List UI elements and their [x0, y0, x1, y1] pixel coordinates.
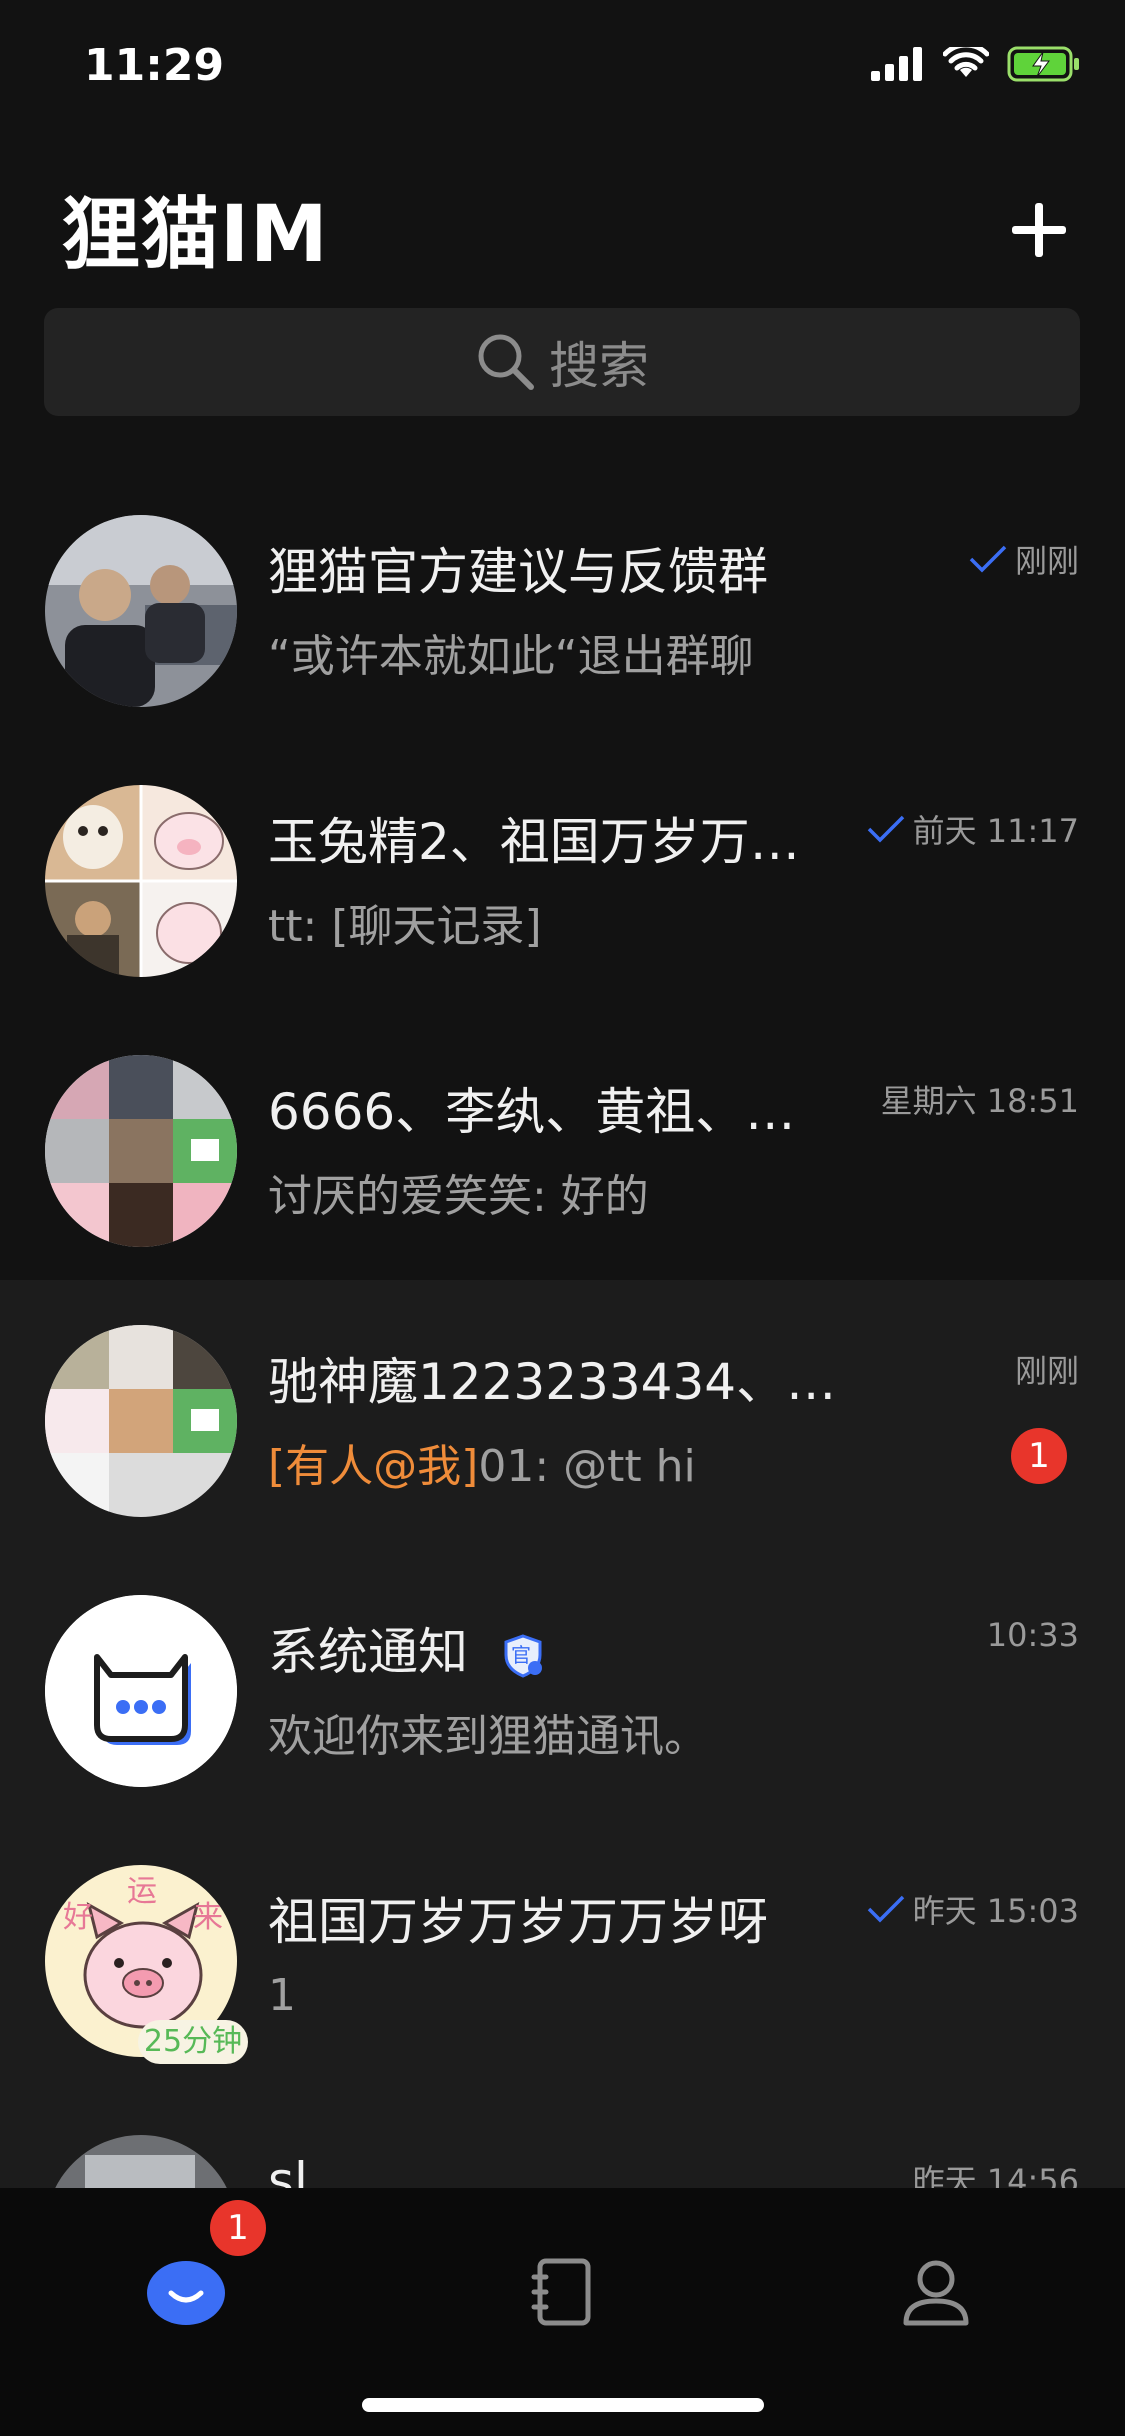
search-placeholder: 搜索	[549, 337, 649, 395]
chat-time: 10:33	[987, 1616, 1079, 1654]
home-indicator[interactable]	[362, 2398, 764, 2412]
user-profile-icon	[903, 2260, 969, 2326]
chat-item[interactable]: 系统通知 官 欢迎你来到狸猫通讯。 10:33	[0, 1550, 1125, 1820]
search-input[interactable]: 搜索	[44, 308, 1080, 416]
chat-name: sl	[268, 2152, 308, 2190]
chat-preview-text: 01: @tt hi	[478, 1441, 696, 1492]
chat-name: 驰神魔1223233434、秃头…	[268, 1353, 848, 1411]
avatar	[45, 1055, 237, 1247]
cellular-signal-icon	[871, 47, 922, 81]
avatar-text: 好	[63, 1900, 93, 1935]
contacts-book-icon	[531, 2258, 591, 2326]
chat-item[interactable]: sl 昨天 14:56	[0, 2090, 1125, 2190]
chat-preview: 欢迎你来到狸猫通讯。	[268, 1711, 708, 1762]
chat-item[interactable]: 6666、李纨、黄祖、… 讨厌的爱笑笑: 好的 星期六 18:51	[0, 1010, 1125, 1280]
add-button[interactable]	[1009, 200, 1069, 260]
chat-time-text: 10:33	[986, 1616, 1079, 1654]
header: 狸猫IM	[0, 160, 1125, 290]
official-badge-icon: 官	[504, 1633, 542, 1678]
search-icon	[478, 334, 534, 390]
avatar	[45, 785, 237, 977]
message-smile-icon	[147, 2261, 225, 2325]
chat-time: 刚刚	[969, 536, 1079, 582]
status-time: 11:29	[84, 40, 225, 91]
chat-preview: [有人@我]01: @tt hi	[268, 1430, 968, 1494]
status-bar: 11:29	[0, 0, 1125, 130]
avatar	[45, 1595, 237, 1787]
tab-contacts[interactable]	[512, 2242, 612, 2342]
chat-time-text: 刚刚	[1014, 1352, 1079, 1390]
mention-tag: [有人@我]	[268, 1441, 479, 1492]
chat-time: 星期六 18:51	[881, 1076, 1079, 1122]
unread-badge: 1	[1011, 1428, 1067, 1484]
wifi-icon	[943, 47, 989, 77]
tab-messages-badge: 1	[210, 2200, 266, 2256]
official-badge-text: 官	[511, 1643, 531, 1667]
chat-time: 前天 11:17	[867, 806, 1079, 852]
chat-preview: “或许本就如此“退出群聊	[268, 631, 754, 682]
cat-chat-icon	[45, 1595, 237, 1787]
status-icons	[871, 46, 1081, 82]
avatar-text: 运	[127, 1874, 157, 1909]
chat-time: 刚刚	[1015, 1346, 1079, 1392]
chat-time-text: 昨天 14:56	[912, 2162, 1079, 2190]
chat-time: 昨天 15:03	[867, 1886, 1079, 1932]
chat-name-text: 系统通知	[268, 1623, 468, 1681]
chat-name: 祖国万岁万岁万万岁呀	[268, 1893, 768, 1951]
battery-charging-icon	[1007, 46, 1079, 82]
chat-list[interactable]: 狸猫官方建议与反馈群 “或许本就如此“退出群聊 刚刚 玉兔精2、祖国万岁万… t…	[0, 470, 1125, 2190]
chat-time-text: 刚刚	[1014, 542, 1079, 580]
chat-name: 玉兔精2、祖国万岁万…	[268, 813, 800, 871]
page-title: 狸猫IM	[62, 190, 329, 280]
chat-time-text: 昨天 15:03	[912, 1892, 1079, 1930]
status-duration-tag: 25分钟	[138, 2020, 248, 2064]
tab-profile[interactable]	[886, 2242, 986, 2342]
avatar	[45, 515, 237, 707]
chat-name: 6666、李纨、黄祖、…	[268, 1083, 796, 1141]
chat-time-text: 星期六 18:51	[880, 1082, 1079, 1120]
chat-name: 狸猫官方建议与反馈群	[268, 543, 768, 601]
chat-item[interactable]: 玉兔精2、祖国万岁万… tt: [聊天记录] 前天 11:17	[0, 740, 1125, 1010]
chat-time: 昨天 14:56	[913, 2156, 1079, 2190]
checkmark-icon	[867, 1895, 904, 1923]
avatar	[45, 2135, 237, 2190]
avatar	[45, 1325, 237, 1517]
chat-time-text: 前天 11:17	[912, 812, 1079, 850]
tab-messages[interactable]	[136, 2242, 236, 2342]
avatar-text: 来	[193, 1900, 223, 1935]
checkmark-icon	[867, 815, 904, 843]
chat-item[interactable]: 驰神魔1223233434、秃头… [有人@我]01: @tt hi 刚刚 1	[0, 1280, 1125, 1550]
chat-item[interactable]: 狸猫官方建议与反馈群 “或许本就如此“退出群聊 刚刚	[0, 470, 1125, 740]
chat-preview: 讨厌的爱笑笑: 好的	[268, 1171, 649, 1222]
checkmark-icon	[969, 545, 1007, 573]
chat-name: 系统通知 官	[268, 1612, 848, 1684]
chat-preview: 1	[268, 1970, 296, 2021]
chat-preview: tt: [聊天记录]	[268, 901, 542, 952]
